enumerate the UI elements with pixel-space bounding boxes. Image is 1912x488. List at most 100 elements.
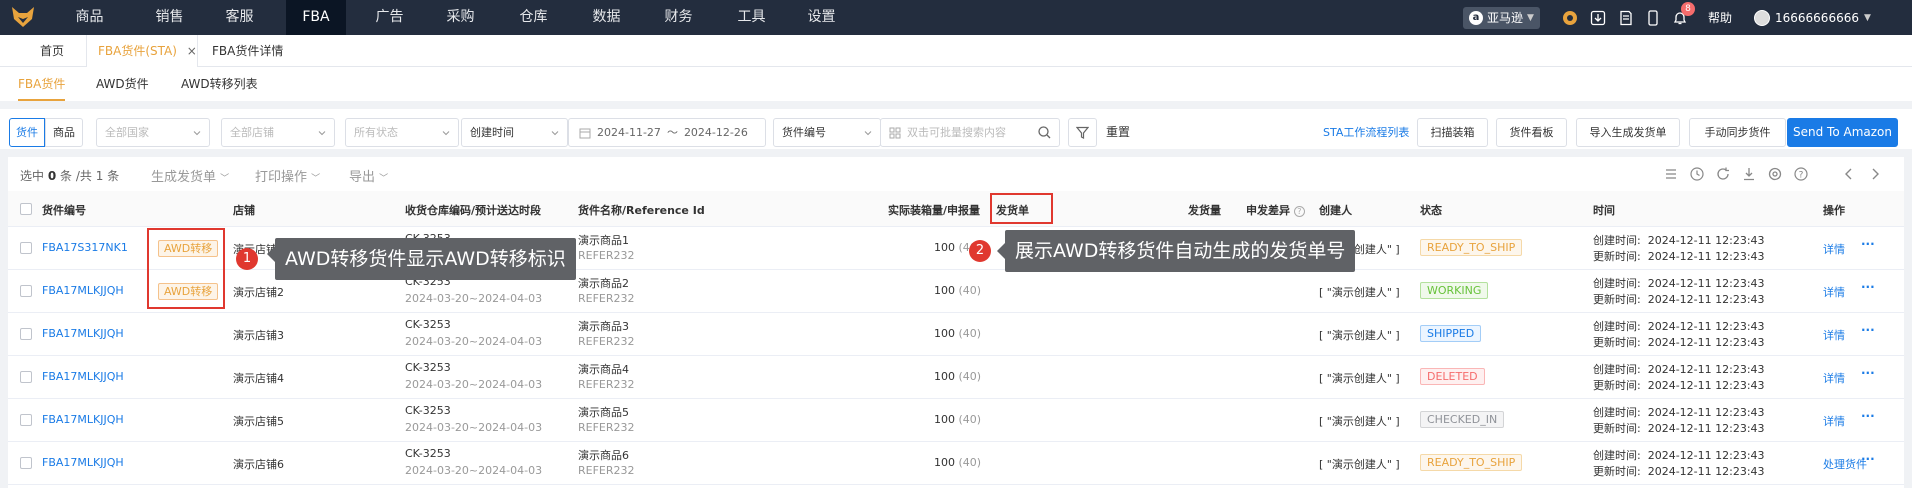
search-input[interactable]: 双击可批量搜索内容 [880,118,1060,147]
gen-shipment-dropdown[interactable]: 生成发货单 ﹀ [151,166,229,185]
updated-time: 更新时间: 2024-12-11 12:23:43 [1593,463,1765,479]
tab-home[interactable]: 首页 [40,35,76,67]
country-select[interactable]: 全部国家 [96,118,210,147]
shipment-name: 演示商品6 [578,449,629,462]
table-row: FBA17MLKJJQH 演示店铺3 CK-3253 2024-03-20~20… [8,313,1904,356]
nav-item-4[interactable]: 广告 [362,0,417,35]
time-type-select[interactable]: 创建时间 [461,118,568,147]
nav-item-7[interactable]: 数据 [579,0,634,35]
created-value: 2024-12-11 12:23:43 [1647,320,1765,333]
row-checkbox[interactable] [20,457,32,469]
nav-item-0[interactable]: 商品 [62,0,117,35]
search-field-select[interactable]: 货件编号 [773,118,881,147]
shipment-id-link[interactable]: FBA17MLKJJQH [42,327,124,340]
store-select[interactable]: 全部店铺 [221,118,335,147]
store-name: 演示店铺3 [233,329,284,342]
reset-button[interactable]: 重置 [1106,118,1130,147]
nav-item-5[interactable]: 采购 [433,0,488,35]
nav-item-9[interactable]: 工具 [724,0,779,35]
scan-box-button[interactable]: 扫描装箱 [1417,118,1488,147]
warehouse-code: CK-3253 [405,447,451,460]
task-list-icon[interactable] [1618,10,1634,26]
columns-icon[interactable] [1664,167,1678,181]
more-actions-icon[interactable]: ··· [1861,323,1875,337]
updated-value: 2024-12-11 12:23:43 [1647,293,1765,306]
filter-icon[interactable] [1068,118,1097,147]
clock-icon[interactable] [1690,167,1704,181]
search-icon[interactable] [1038,126,1051,139]
sync-shipment-button[interactable]: 手动同步货件 [1689,118,1786,147]
shipment-id-link[interactable]: FBA17MLKJJQH [42,413,124,426]
download-icon[interactable] [1742,167,1756,181]
more-actions-icon[interactable]: ··· [1861,452,1875,466]
row-checkbox[interactable] [20,242,32,254]
shipment-id-link[interactable]: FBA17S317NK1 [42,241,128,254]
nav-item-3[interactable]: FBA [286,0,346,35]
col-diff: 申发差异 ? [1246,202,1305,218]
filter-bar: 货件 商品 全部国家 全部店铺 所有状态 创建时间 2024-11-27 ～ 2… [0,101,1912,149]
settings-icon[interactable] [1768,167,1782,181]
shipment-id-link[interactable]: FBA17MLKJJQH [42,456,124,469]
subtab-awd[interactable]: AWD货件 [96,67,149,101]
export-label: 导出 [349,170,376,185]
print-dropdown[interactable]: 打印操作 ﹀ [255,166,320,185]
detail-link[interactable]: 详情 [1823,413,1845,429]
sta-flow-link[interactable]: STA工作流程列表 [1323,118,1409,147]
row-checkbox[interactable] [20,371,32,383]
download-icon[interactable] [1590,10,1606,26]
nav-item-1[interactable]: 销售 [142,0,197,35]
toggle-product[interactable]: 商品 [45,118,83,147]
warehouse-code: CK-3253 [405,318,451,331]
row-checkbox[interactable] [20,414,32,426]
actual-qty: 100 [934,413,955,426]
mobile-icon[interactable] [1646,9,1660,26]
chevron-right-icon[interactable] [1868,167,1882,181]
tab-fba-detail[interactable]: FBA货件详情 [212,35,312,67]
detail-link[interactable]: 详情 [1823,241,1845,257]
shipment-board-button[interactable]: 货件看板 [1496,118,1567,147]
chevron-left-icon[interactable] [1842,167,1856,181]
status-select[interactable]: 所有状态 [345,118,459,147]
toggle-shipment[interactable]: 货件 [9,118,45,147]
subtab-awd-transfer[interactable]: AWD转移列表 [181,67,258,101]
nav-item-8[interactable]: 财务 [651,0,706,35]
date-end: 2024-12-26 [683,126,748,139]
detail-link[interactable]: 详情 [1823,370,1845,386]
more-actions-icon[interactable]: ··· [1861,366,1875,380]
nav-item-2[interactable]: 客服 [212,0,267,35]
status-value: 所有状态 [354,126,398,139]
help-icon[interactable]: ? [1794,167,1808,181]
detail-link[interactable]: 详情 [1823,327,1845,343]
refresh-icon[interactable] [1716,167,1730,181]
nav-item-10[interactable]: 设置 [794,0,849,35]
row-checkbox[interactable] [20,285,32,297]
select-all-checkbox[interactable] [20,203,32,215]
annotation-highlight-awd [147,228,225,309]
help-icon[interactable]: ? [1293,206,1305,217]
more-actions-icon[interactable]: ··· [1861,237,1875,251]
row-checkbox[interactable] [20,328,32,340]
more-actions-icon[interactable]: ··· [1861,280,1875,294]
help-link[interactable]: 帮助 [1708,0,1732,35]
close-icon[interactable]: × [187,44,197,58]
shipment-id-link[interactable]: FBA17MLKJJQH [42,284,124,297]
print-label: 打印操作 [255,170,308,185]
bell-icon[interactable]: 8 [1672,1,1695,26]
headset-icon[interactable] [1562,10,1578,26]
fox-logo-icon[interactable] [10,5,36,29]
export-dropdown[interactable]: 导出 ﹀ [349,166,388,185]
send-to-amazon-button[interactable]: Send To Amazon [1787,118,1898,147]
nav-item-6[interactable]: 仓库 [506,0,561,35]
shipment-id-link[interactable]: FBA17MLKJJQH [42,370,124,383]
detail-link[interactable]: 详情 [1823,284,1845,300]
more-actions-icon[interactable]: ··· [1861,409,1875,423]
warehouse-code: CK-3253 [405,361,451,374]
tab-fba-sta[interactable]: FBA货件(STA) × [86,35,198,67]
user-menu[interactable]: 16666666666 ▼ [1754,0,1871,35]
date-range-picker[interactable]: 2024-11-27 ～ 2024-12-26 [568,118,766,147]
actual-qty: 100 [934,327,955,340]
store-selector[interactable]: a 亚马逊 ▼ [1463,0,1540,35]
subtab-fba[interactable]: FBA货件 [18,67,66,101]
import-shipment-button[interactable]: 导入生成发货单 [1576,118,1680,147]
col-op: 操作 [1823,204,1845,217]
